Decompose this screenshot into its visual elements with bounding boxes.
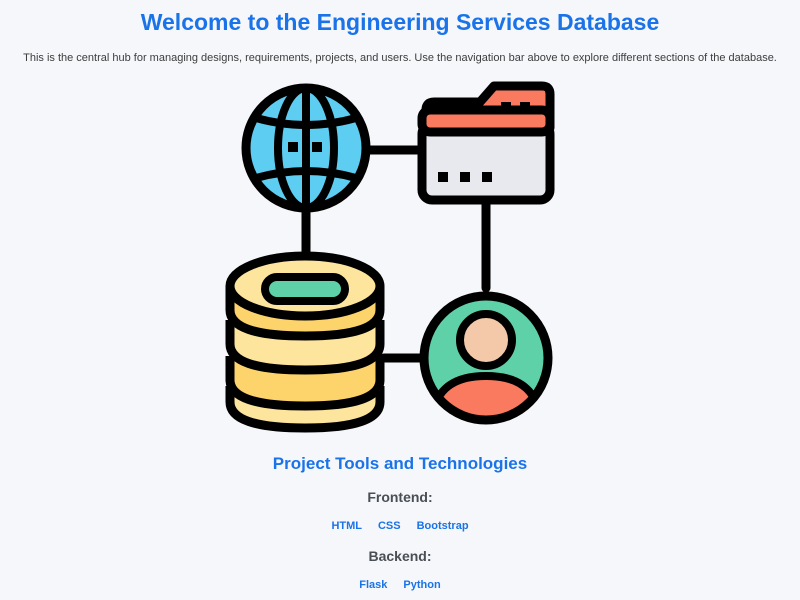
tools-section-title: Project Tools and Technologies [272,454,528,473]
database-icon [225,251,385,433]
tech-link-python[interactable]: Python [403,578,440,592]
intro-text: This is the central hub for managing des… [23,52,777,64]
tech-link-bootstrap[interactable]: Bootstrap [417,519,469,533]
globe-icon [241,83,371,213]
backend-heading: Backend: [368,548,432,564]
page-title: Welcome to the Engineering Services Data… [140,9,660,35]
tech-link-html[interactable]: HTML [331,519,362,533]
tech-link-flask[interactable]: Flask [359,578,387,592]
backend-tech-list: Flask Python [0,578,800,592]
tech-link-css[interactable]: CSS [378,519,401,533]
network-illustration [225,81,555,433]
frontend-heading: Frontend: [367,489,433,505]
user-icon [419,291,553,425]
frontend-tech-list: HTML CSS Bootstrap [0,519,800,533]
page: Welcome to the Engineering Services Data… [0,0,800,600]
browser-window-icon [417,81,555,205]
